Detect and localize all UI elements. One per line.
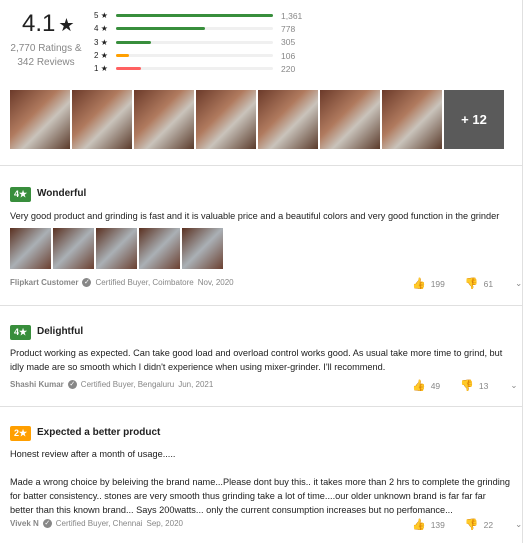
- rating-bar-row: 2 ★ 106: [94, 49, 302, 62]
- rating-count: 305: [281, 37, 296, 48]
- star-label: 5 ★: [94, 11, 116, 20]
- review-date: Nov, 2020: [197, 278, 234, 287]
- thumbs-down-icon[interactable]: 👎: [465, 518, 479, 531]
- photo-thumbnail[interactable]: [72, 90, 132, 149]
- photo-thumbnail[interactable]: [382, 90, 442, 149]
- chevron-down-icon[interactable]: ⌄: [515, 519, 522, 530]
- thumbs-up-icon[interactable]: 👍: [412, 518, 426, 531]
- photo-thumbnail[interactable]: [196, 90, 256, 149]
- rating-bar-track: [116, 40, 273, 44]
- buyer-info: Certified Buyer, Coimbatore: [95, 278, 194, 287]
- review-title: Delightful: [37, 326, 84, 337]
- thumbs-up-icon[interactable]: 👍: [412, 379, 426, 392]
- rating-bar-row: 1 ★ 220: [94, 62, 302, 75]
- rating-bar-fill: [116, 54, 129, 58]
- review-image[interactable]: [10, 228, 51, 269]
- rating-count: 778: [281, 23, 296, 34]
- thumbs-down-icon[interactable]: 👎: [465, 277, 479, 290]
- review-card: 4★ Delightful Product working as expecte…: [0, 306, 523, 407]
- rating-bar-track: [116, 27, 273, 31]
- like-count: 139: [430, 519, 445, 530]
- star-number: 3: [94, 37, 99, 47]
- star-number: 5: [94, 11, 99, 21]
- rating-bar-fill: [116, 40, 151, 44]
- dislike-count: 61: [483, 278, 494, 289]
- star-label: 3 ★: [94, 38, 116, 47]
- dislike-count: 22: [483, 519, 494, 530]
- rating-bar-row: 4 ★ 778: [94, 22, 302, 35]
- ratings-line: 2,770 Ratings &: [10, 43, 82, 54]
- chevron-down-icon[interactable]: ⌄: [510, 380, 517, 391]
- photo-thumbnail[interactable]: [10, 90, 70, 149]
- review-card: 2★ Expected a better product Honest revi…: [0, 407, 523, 543]
- review-author: Shashi Kumar: [10, 380, 64, 389]
- star-number: 4: [94, 24, 99, 34]
- rating-count: 220: [281, 63, 296, 74]
- like-count: 199: [430, 278, 445, 289]
- review-image[interactable]: [139, 228, 180, 269]
- star-label: 2 ★: [94, 51, 116, 60]
- rating-bar-row: 3 ★ 305: [94, 36, 302, 49]
- star-icon: ★: [100, 37, 108, 47]
- star-icon: ★: [100, 11, 108, 21]
- rating-bar-track: [116, 14, 273, 18]
- review-date: Jun, 2021: [178, 380, 214, 389]
- rating-bar-track: [116, 67, 273, 71]
- dislike-count: 13: [478, 380, 489, 391]
- review-text-continued: Made a wrong choice by beleiving the bra…: [10, 477, 510, 515]
- photo-thumbnail[interactable]: [320, 90, 380, 149]
- star-label: 4 ★: [94, 24, 116, 33]
- review-title: Wonderful: [37, 188, 87, 199]
- chevron-down-icon[interactable]: ⌄: [515, 278, 522, 289]
- more-photos-button[interactable]: + 12: [444, 90, 504, 149]
- buyer-info: Certified Buyer, Chennai: [55, 519, 143, 528]
- rating-count: 1,361: [281, 10, 303, 21]
- rating-bars: 5 ★ 1,361 4 ★ 778 3 ★ 305 2 ★ 106 1 ★ 220: [94, 9, 302, 75]
- review-author: Flipkart Customer: [10, 278, 79, 287]
- review-card: 4★ Wonderful Very good product and grind…: [0, 166, 523, 306]
- certified-check-icon: ✓: [82, 278, 92, 287]
- buyer-info: Certified Buyer, Bengaluru: [80, 380, 175, 389]
- rating-badge: 4★: [10, 187, 32, 202]
- thumbs-up-icon[interactable]: 👍: [412, 277, 426, 290]
- review-text: Honest review after a month of usage....…: [10, 449, 176, 459]
- thumbs-down-icon[interactable]: 👎: [460, 379, 474, 392]
- star-icon: ★: [100, 64, 108, 74]
- customer-photos: + 12: [10, 90, 504, 149]
- rating-bar-row: 5 ★ 1,361: [94, 9, 302, 22]
- rating-count: 106: [281, 50, 296, 61]
- certified-check-icon: ✓: [67, 380, 77, 389]
- star-icon: ★: [100, 24, 108, 34]
- review-title: Expected a better product: [37, 427, 161, 438]
- rating-bar-fill: [116, 67, 142, 71]
- star-number: 1: [94, 64, 99, 74]
- ratings-count: 2,770 Ratings & 342 Reviews: [10, 42, 82, 70]
- average-value: 4.1: [22, 10, 56, 37]
- review-text: Very good product and grinding is fast a…: [10, 211, 500, 221]
- certified-check-icon: ✓: [42, 519, 52, 528]
- rating-bar-fill: [116, 27, 206, 31]
- rating-summary: 4.1 ★ 2,770 Ratings & 342 Reviews 5 ★ 1,361…: [0, 0, 523, 166]
- star-label: 1 ★: [94, 64, 116, 73]
- rating-badge: 4★: [10, 325, 32, 340]
- reviews-line: 342 Reviews: [17, 57, 75, 68]
- review-image[interactable]: [96, 228, 137, 269]
- review-date: Sep, 2020: [146, 519, 183, 528]
- photo-thumbnail[interactable]: [134, 90, 194, 149]
- like-count: 49: [430, 380, 441, 391]
- rating-badge: 2★: [10, 426, 32, 441]
- review-text: Product working as expected. Can take go…: [10, 348, 503, 372]
- star-icon: ★: [100, 51, 108, 61]
- review-image[interactable]: [53, 228, 94, 269]
- photo-thumbnail[interactable]: [258, 90, 318, 149]
- star-icon: ★: [58, 15, 75, 35]
- review-image[interactable]: [182, 228, 223, 269]
- rating-bar-track: [116, 54, 273, 58]
- review-author: Vivek N: [10, 519, 39, 528]
- average-rating: 4.1 ★: [22, 10, 75, 38]
- rating-bar-fill: [116, 14, 273, 18]
- star-number: 2: [94, 51, 99, 61]
